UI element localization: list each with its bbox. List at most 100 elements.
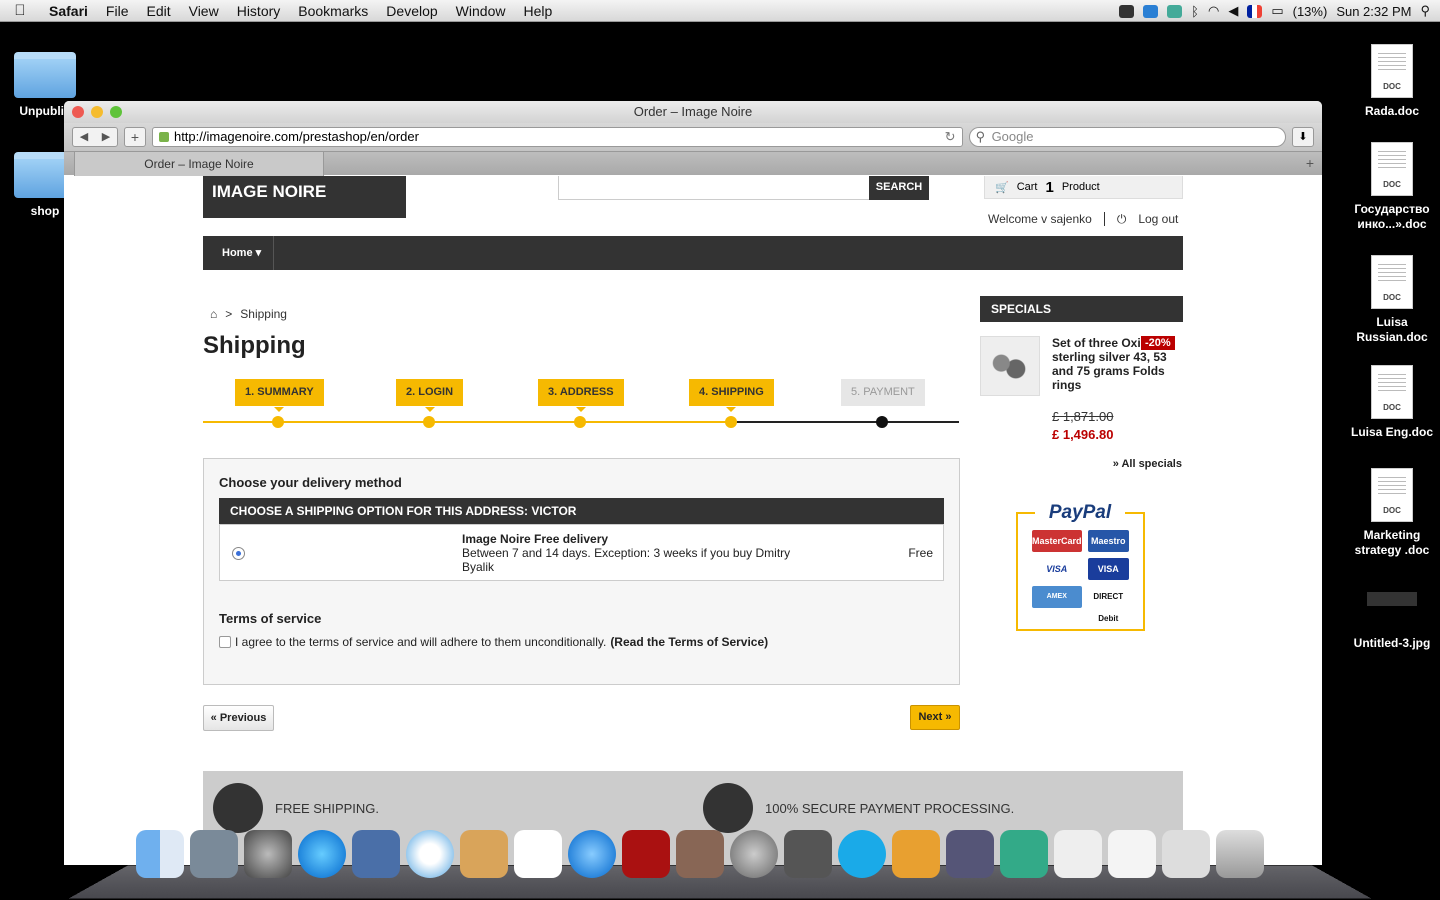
new-tab-icon[interactable]: +: [1306, 155, 1314, 171]
contacts-icon[interactable]: [460, 830, 508, 878]
trash-icon[interactable]: [1216, 830, 1264, 878]
cart-block[interactable]: 🛒 Cart 1 Product: [984, 176, 1183, 199]
keynote-icon[interactable]: [892, 830, 940, 878]
downloads-icon[interactable]: ⬇: [1292, 127, 1315, 147]
all-specials-link[interactable]: » All specials: [1113, 458, 1182, 470]
reload-icon[interactable]: ↻: [945, 128, 956, 146]
progress-line-todo: [731, 421, 959, 423]
desktop-file-rada[interactable]: DOC Rada.doc: [1348, 44, 1436, 119]
menu-window[interactable]: Window: [447, 3, 515, 19]
document-icon[interactable]: [1162, 830, 1210, 878]
step-dot: [876, 416, 888, 428]
breadcrumb-current: Shipping: [240, 307, 287, 321]
apple-menu-icon[interactable]: : [0, 2, 40, 19]
menu-view[interactable]: View: [180, 3, 228, 19]
previous-button[interactable]: « Previous: [203, 705, 274, 731]
dvd-player-icon[interactable]: [622, 830, 670, 878]
desktop-file-luisa-eng[interactable]: DOC Luisa Eng.doc: [1348, 365, 1436, 440]
site-search-button[interactable]: SEARCH: [869, 176, 929, 200]
tos-link[interactable]: (Read the Terms of Service): [610, 635, 768, 649]
product-thumbnail[interactable]: [980, 336, 1040, 396]
add-bookmark-icon[interactable]: +: [124, 127, 146, 147]
carrier-description: Between 7 and 14 days. Exception: 3 week…: [462, 546, 791, 574]
step-shipping[interactable]: 4. SHIPPING: [689, 379, 774, 412]
paypal-logo-block[interactable]: PayPal MasterCard Maestro VISA VISA AMEX…: [1016, 502, 1145, 631]
menu-edit[interactable]: Edit: [137, 3, 179, 19]
doc-file-icon: DOC: [1371, 468, 1413, 522]
status-sync-icon[interactable]: [1143, 4, 1159, 18]
menu-file[interactable]: File: [97, 3, 138, 19]
amex-icon: AMEX: [1032, 586, 1082, 608]
facetime-icon[interactable]: [784, 830, 832, 878]
script-editor-icon[interactable]: [946, 830, 994, 878]
tos-checkbox[interactable]: [219, 636, 231, 648]
home-icon[interactable]: ⌂: [210, 307, 217, 321]
volume-icon[interactable]: ◀: [1228, 3, 1238, 19]
site-search-input[interactable]: [558, 176, 870, 200]
numbers-icon[interactable]: [1000, 830, 1048, 878]
status-app-icon[interactable]: [1119, 4, 1135, 18]
itunes-icon[interactable]: [568, 830, 616, 878]
window-titlebar[interactable]: Order – Image Noire: [64, 101, 1322, 123]
feature-label: FREE SHIPPING.: [275, 800, 380, 816]
photo-icon[interactable]: [190, 830, 238, 878]
menu-develop[interactable]: Develop: [377, 3, 446, 19]
direct-debit-icon: DIRECT Debit: [1087, 586, 1129, 623]
step-address[interactable]: 3. ADDRESS: [538, 379, 624, 412]
status-dropbox-icon[interactable]: [1167, 4, 1183, 18]
desktop-item-label: Rada.doc: [1364, 104, 1419, 118]
menu-help[interactable]: Help: [514, 3, 561, 19]
search-field[interactable]: Google: [968, 127, 1287, 147]
dock-icons: [136, 830, 1264, 878]
back-icon[interactable]: ◀: [73, 128, 95, 146]
zoom-icon[interactable]: [110, 106, 122, 118]
finder-icon[interactable]: [136, 830, 184, 878]
minimize-icon[interactable]: [91, 106, 103, 118]
battery-icon[interactable]: ▭: [1271, 3, 1283, 19]
carrier-radio[interactable]: [232, 547, 245, 560]
desktop-item-label: Luisa Russian.doc: [1356, 315, 1428, 344]
site-logo[interactable]: IMAGE NOIRE: [203, 176, 406, 218]
safari-window: Order – Image Noire ◀ ▶ + http://imageno…: [64, 101, 1322, 865]
mail-icon[interactable]: [352, 830, 400, 878]
step-dot: [725, 416, 737, 428]
desktop-file-luisa-russian[interactable]: DOC Luisa Russian.doc: [1348, 255, 1436, 345]
bluetooth-icon[interactable]: ᛒ: [1191, 4, 1199, 19]
forward-icon[interactable]: ▶: [95, 128, 117, 146]
menu-history[interactable]: History: [228, 3, 290, 19]
power-icon[interactable]: ⏻: [1117, 212, 1127, 227]
document-icon[interactable]: [1108, 830, 1156, 878]
desktop-file-marketing[interactable]: DOC Marketing strategy .doc: [1348, 468, 1436, 558]
specials-block: SPECIALS Set of three Oxidised sterling …: [980, 296, 1183, 470]
step-summary[interactable]: 1. SUMMARY: [235, 379, 324, 412]
address-bar[interactable]: http://imagenoire.com/prestashop/en/orde…: [151, 127, 963, 147]
menu-app-safari[interactable]: Safari: [40, 3, 97, 19]
nav-home[interactable]: Home ▾: [203, 236, 275, 270]
system-preferences-icon[interactable]: [730, 830, 778, 878]
document-icon[interactable]: [1054, 830, 1102, 878]
next-button[interactable]: Next »: [910, 705, 960, 730]
safari-icon[interactable]: [406, 830, 454, 878]
iphoto-icon[interactable]: [676, 830, 724, 878]
flag-fr-icon[interactable]: [1247, 4, 1263, 18]
discount-badge: -20%: [1141, 336, 1175, 350]
logout-link[interactable]: Log out: [1138, 212, 1178, 227]
spotlight-icon[interactable]: ⚲: [1420, 3, 1430, 19]
calendar-icon[interactable]: [514, 830, 562, 878]
desktop-file-untitled[interactable]: Untitled-3.jpg: [1348, 592, 1436, 651]
clock[interactable]: Sun 2:32 PM: [1336, 4, 1411, 19]
tab-order[interactable]: Order – Image Noire: [74, 152, 324, 176]
old-price: £ 1,871.00: [1052, 409, 1114, 424]
app-store-icon[interactable]: [298, 830, 346, 878]
step-login[interactable]: 2. LOGIN: [396, 379, 464, 412]
wifi-icon[interactable]: ◠: [1208, 3, 1219, 19]
skype-icon[interactable]: [838, 830, 886, 878]
launchpad-icon[interactable]: [244, 830, 292, 878]
close-icon[interactable]: [72, 106, 84, 118]
tos-text: I agree to the terms of service and will…: [235, 635, 607, 649]
step-dot: [272, 416, 284, 428]
desktop-item-label: Untitled-3.jpg: [1353, 636, 1431, 650]
desktop-file-gosudarstvo[interactable]: DOC Государство инко...».doc: [1348, 142, 1436, 232]
menu-bookmarks[interactable]: Bookmarks: [289, 3, 377, 19]
carrier-row[interactable]: Image Noire Free delivery Between 7 and …: [219, 524, 944, 581]
